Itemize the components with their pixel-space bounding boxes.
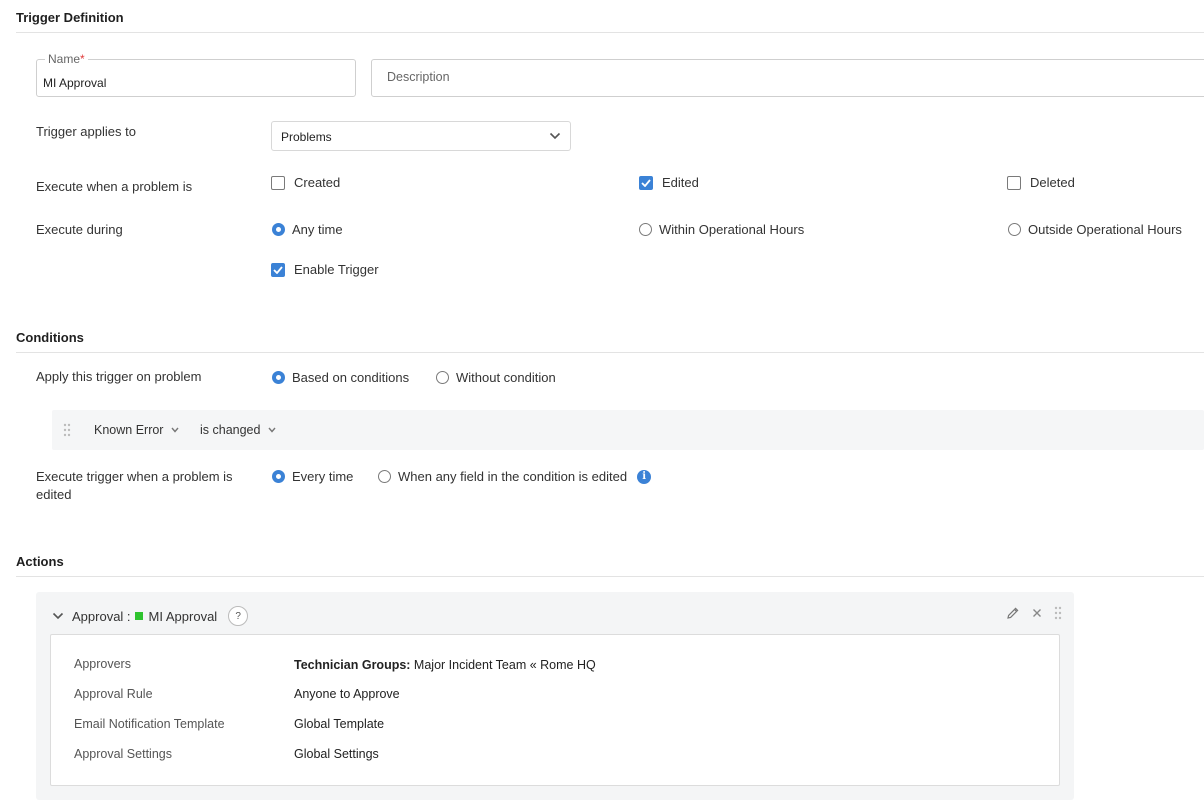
action-type-label: Approval : bbox=[72, 608, 131, 624]
radio-icon bbox=[436, 371, 449, 384]
approval-action-card: Approval : MI Approval ? Approvers Techn… bbox=[36, 592, 1074, 800]
checkbox-icon bbox=[1007, 175, 1021, 190]
condition-operator-dropdown[interactable]: is changed bbox=[200, 423, 277, 437]
radio-icon bbox=[378, 470, 391, 483]
email-template-value: Global Template bbox=[294, 717, 385, 731]
name-field[interactable]: Name* MI Approval bbox=[36, 52, 356, 97]
within-hours-label: Within Operational Hours bbox=[659, 222, 805, 237]
radio-icon bbox=[639, 223, 652, 236]
section-title-actions: Actions bbox=[16, 554, 64, 569]
execute-when-label: Execute when a problem is bbox=[36, 179, 193, 194]
approvers-key: Approvers bbox=[74, 657, 131, 671]
approval-rule-key: Approval Rule bbox=[74, 687, 153, 701]
within-hours-radio[interactable]: Within Operational Hours bbox=[639, 222, 804, 237]
apply-trigger-label: Apply this trigger on problem bbox=[36, 369, 202, 384]
close-icon[interactable] bbox=[1032, 608, 1042, 618]
any-time-radio[interactable]: Any time bbox=[272, 222, 343, 237]
required-mark: * bbox=[80, 52, 85, 66]
created-label: Created bbox=[294, 175, 341, 190]
status-indicator bbox=[134, 612, 143, 620]
approval-settings-value: Global Settings bbox=[294, 747, 379, 761]
condition-rule-row: Known Error is changed bbox=[52, 410, 1204, 450]
description-placeholder: Description bbox=[387, 70, 450, 84]
deleted-checkbox[interactable]: Deleted bbox=[1007, 175, 1075, 190]
enable-trigger-label: Enable Trigger bbox=[294, 262, 379, 277]
execute-edited-label: Execute trigger when a problem is edited bbox=[36, 468, 233, 504]
action-details: Approvers Technician Groups: Major Incid… bbox=[50, 634, 1060, 786]
condition-field-dropdown[interactable]: Known Error bbox=[94, 423, 180, 437]
name-field-label: Name* bbox=[45, 52, 88, 66]
execute-during-label: Execute during bbox=[36, 222, 123, 237]
name-field-value: MI Approval bbox=[43, 76, 107, 90]
every-time-radio[interactable]: Every time bbox=[272, 469, 353, 484]
applies-to-value: Problems bbox=[281, 130, 332, 144]
radio-selected-icon bbox=[272, 371, 285, 384]
chevron-down-icon[interactable] bbox=[52, 612, 64, 620]
deleted-label: Deleted bbox=[1030, 175, 1075, 190]
based-on-conditions-label: Based on conditions bbox=[292, 370, 410, 385]
action-tools bbox=[1006, 606, 1062, 620]
execute-edited-label-line2: edited bbox=[36, 487, 72, 502]
drag-handle-icon[interactable] bbox=[63, 423, 71, 437]
approvers-value-prefix: Technician Groups: bbox=[294, 658, 411, 672]
outside-hours-radio[interactable]: Outside Operational Hours bbox=[1008, 222, 1182, 237]
approvers-value: Technician Groups: Major Incident Team «… bbox=[294, 658, 596, 672]
name-label-text: Name bbox=[48, 52, 81, 66]
chevron-down-icon bbox=[268, 427, 277, 433]
section-title-trigger-definition: Trigger Definition bbox=[16, 10, 124, 25]
info-icon[interactable]: i bbox=[637, 469, 652, 484]
divider bbox=[16, 352, 1204, 353]
action-name: MI Approval bbox=[148, 608, 218, 624]
condition-operator-label: is changed bbox=[200, 423, 261, 437]
section-title-conditions: Conditions bbox=[16, 330, 84, 345]
approval-rule-value: Anyone to Approve bbox=[294, 687, 400, 701]
edited-checkbox[interactable]: Edited bbox=[639, 175, 699, 190]
condition-field-label: Known Error bbox=[94, 423, 164, 437]
without-condition-radio[interactable]: Without condition bbox=[436, 370, 556, 385]
any-time-label: Any time bbox=[292, 222, 343, 237]
outside-hours-label: Outside Operational Hours bbox=[1028, 222, 1182, 237]
execute-edited-label-line1: Execute trigger when a problem is bbox=[36, 469, 233, 484]
radio-icon bbox=[1008, 223, 1021, 236]
any-field-edited-radio[interactable]: When any field in the condition is edite… bbox=[378, 469, 652, 484]
created-checkbox[interactable]: Created bbox=[271, 175, 340, 190]
drag-handle-icon[interactable] bbox=[1054, 606, 1062, 620]
approvers-value-text: Major Incident Team « Rome HQ bbox=[410, 658, 596, 672]
edited-label: Edited bbox=[662, 175, 699, 190]
checkbox-icon bbox=[271, 175, 285, 190]
help-icon[interactable]: ? bbox=[228, 606, 249, 626]
applies-to-label: Trigger applies to bbox=[36, 124, 136, 139]
enable-trigger-checkbox[interactable]: Enable Trigger bbox=[271, 262, 379, 277]
divider bbox=[16, 576, 1204, 577]
radio-selected-icon bbox=[272, 223, 285, 236]
any-field-edited-label: When any field in the condition is edite… bbox=[398, 469, 628, 484]
approval-settings-key: Approval Settings bbox=[74, 747, 172, 761]
email-template-key: Email Notification Template bbox=[74, 717, 225, 731]
action-header[interactable]: Approval : MI Approval ? bbox=[52, 606, 249, 626]
divider bbox=[16, 32, 1204, 33]
chevron-down-icon bbox=[549, 132, 561, 140]
every-time-label: Every time bbox=[292, 469, 354, 484]
radio-selected-icon bbox=[272, 470, 285, 483]
based-on-conditions-radio[interactable]: Based on conditions bbox=[272, 370, 409, 385]
chevron-down-icon bbox=[171, 427, 180, 433]
checkbox-checked-icon bbox=[271, 262, 285, 277]
description-field[interactable]: Description bbox=[371, 59, 1204, 97]
pencil-icon[interactable] bbox=[1006, 606, 1020, 620]
applies-to-select[interactable]: Problems bbox=[271, 121, 571, 151]
checkbox-checked-icon bbox=[639, 175, 653, 190]
without-condition-label: Without condition bbox=[456, 370, 556, 385]
